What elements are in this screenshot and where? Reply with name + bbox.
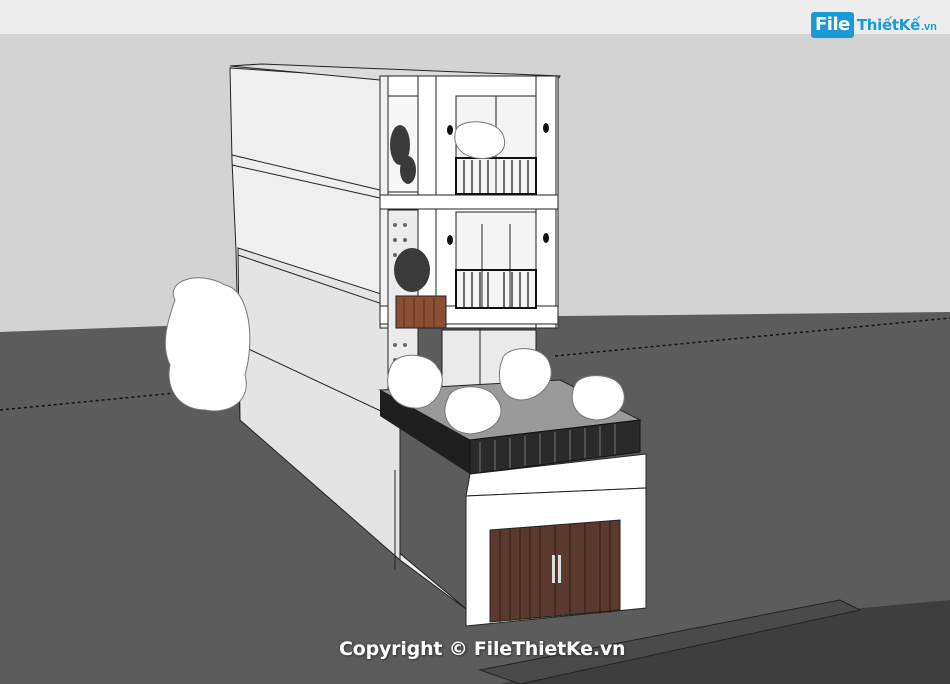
building-scene (0, 34, 950, 684)
window-floor2 (455, 211, 537, 309)
logo-file-badge: File (811, 12, 854, 38)
site-logo[interactable]: File ThiếtKế .vn (811, 10, 937, 40)
sketchup-viewport[interactable]: File ThiếtKế .vn Copyright © FileThietKe… (0, 0, 950, 684)
logo-domain: .vn (920, 21, 937, 33)
copyright-watermark: Copyright © FileThietKe.vn (339, 638, 626, 660)
logo-name: ThiếtKế (856, 16, 920, 34)
